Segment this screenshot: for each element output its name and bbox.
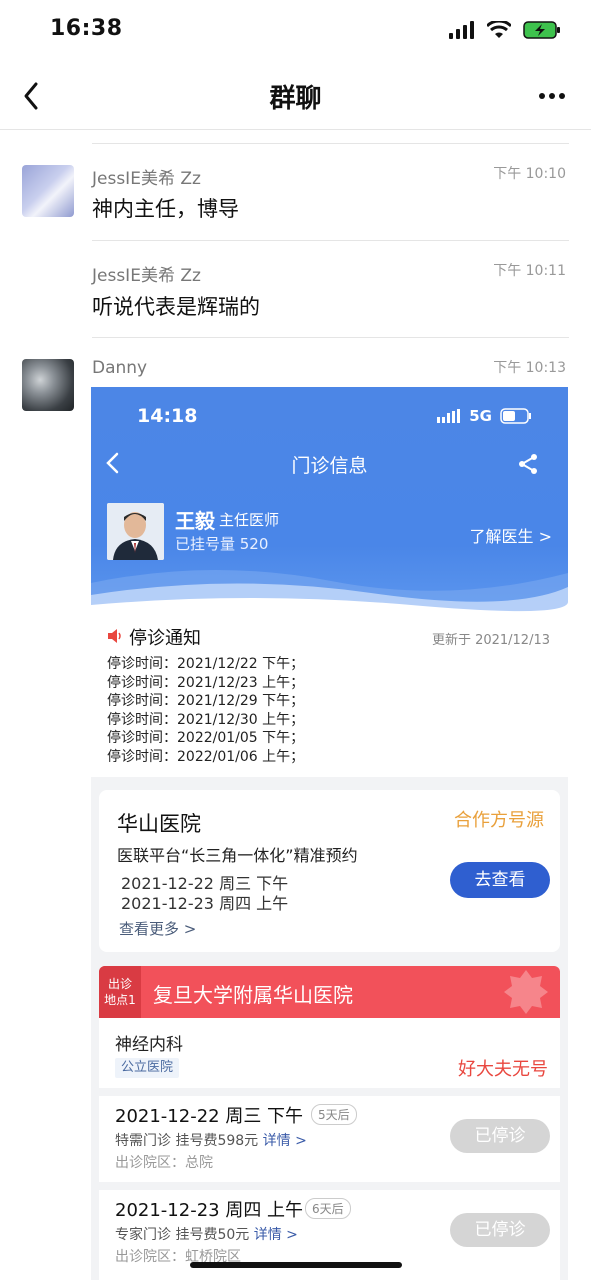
registration-count: 已挂号量 520 bbox=[175, 535, 269, 553]
battery-icon bbox=[523, 21, 560, 39]
hospital-logo-icon bbox=[504, 970, 548, 1014]
share-icon bbox=[519, 454, 537, 474]
divider bbox=[92, 337, 569, 338]
slot-date: 2021-12-22 周三 下午 bbox=[115, 1106, 304, 1127]
location-tag-line: 出诊 bbox=[107, 977, 132, 991]
department: 神经内科 bbox=[115, 1035, 183, 1055]
message-time: 下午 10:13 bbox=[493, 360, 566, 376]
suspended-button: 已停诊 bbox=[450, 1119, 550, 1153]
notice-title: 停诊通知 bbox=[129, 628, 201, 649]
hospital-bar: 出诊 地点1 复旦大学附属华山医院 bbox=[99, 966, 560, 1018]
divider bbox=[92, 240, 569, 241]
image-message[interactable]: 14:18 5G 门诊信息 王毅 主任医师 已挂号量 520 了解医生 > 停诊… bbox=[91, 387, 568, 1280]
chat-area[interactable]: JessIE美希 Zz 下午 10:10 神内主任，博导 JessIE美希 Zz… bbox=[0, 131, 591, 1280]
public-hospital-tag: 公立医院 bbox=[115, 1058, 180, 1078]
suspension-notice: 停诊通知 更新于 2021/12/13 停诊时间：2021/12/22 下午； … bbox=[91, 613, 568, 777]
shot-status-icons: 5G bbox=[437, 407, 532, 425]
signal-icon bbox=[449, 21, 474, 39]
partner-source-card: 华山医院 合作方号源 医联平台“长三角一体化”精准预约 2021-12-22 周… bbox=[99, 790, 560, 952]
shot-status-time: 14:18 bbox=[137, 405, 198, 427]
location-tag-line: 地点1 bbox=[104, 993, 136, 1007]
slot-fee: 特需门诊 挂号费598元 bbox=[115, 1133, 259, 1149]
sender-name: JessIE美希 Zz bbox=[92, 266, 201, 286]
slot-date: 2021-12-23 周四 上午 bbox=[115, 1200, 304, 1221]
message-time: 下午 10:10 bbox=[493, 166, 566, 182]
notice-line: 停诊时间：2021/12/23 上午； bbox=[107, 674, 305, 691]
avatar[interactable] bbox=[22, 359, 74, 411]
network-label: 5G bbox=[469, 407, 492, 425]
divider bbox=[92, 143, 569, 144]
hospital-name: 复旦大学附属华山医院 bbox=[153, 983, 353, 1007]
no-slots-label: 好大夫无号 bbox=[458, 1059, 548, 1080]
more-icon[interactable] bbox=[537, 84, 567, 108]
clinic-location-card: 出诊 地点1 复旦大学附属华山医院 神经内科 公立医院 好大夫无号 2021-1… bbox=[99, 966, 560, 1280]
days-badge: 5天后 bbox=[311, 1104, 357, 1125]
message-text[interactable]: 神内主任，博导 bbox=[92, 193, 239, 223]
see-more-link: 查看更多 > bbox=[119, 920, 197, 938]
slot-info: 专家门诊 挂号费50元 详情 > bbox=[115, 1224, 298, 1244]
notice-line: 停诊时间：2021/12/30 上午； bbox=[107, 711, 305, 728]
divider bbox=[99, 1182, 560, 1190]
message-text[interactable]: 听说代表是辉瑞的 bbox=[92, 291, 260, 321]
message-time: 下午 10:11 bbox=[493, 263, 566, 279]
appointment-date: 2021-12-23 周四 上午 bbox=[121, 894, 289, 913]
hospital-name: 华山医院 bbox=[117, 812, 201, 836]
status-time: 16:38 bbox=[50, 16, 123, 41]
home-indicator bbox=[190, 1262, 402, 1268]
doctor-title: 主任医师 bbox=[219, 511, 280, 529]
avatar[interactable] bbox=[22, 165, 74, 217]
nav-bar: 群聊 bbox=[0, 64, 591, 130]
days-badge: 6天后 bbox=[305, 1198, 351, 1219]
notice-updated: 更新于 2021/12/13 bbox=[431, 633, 550, 648]
notice-lines: 停诊时间：2021/12/22 下午； 停诊时间：2021/12/23 上午； … bbox=[107, 655, 304, 767]
wifi-icon bbox=[487, 21, 511, 38]
status-bar: 16:38 bbox=[0, 0, 591, 64]
source-label: 合作方号源 bbox=[454, 810, 544, 831]
slot-info: 特需门诊 挂号费598元 详情 > bbox=[115, 1130, 307, 1150]
doctor-name: 王毅 bbox=[175, 509, 215, 533]
detail-link: 详情 > bbox=[253, 1227, 298, 1243]
battery-icon bbox=[500, 408, 531, 424]
learn-more-link: 了解医生 > bbox=[469, 527, 553, 546]
page-title: 群聊 bbox=[269, 84, 322, 114]
doctor-header: 14:18 5G 门诊信息 王毅 主任医师 已挂号量 520 了解医生 > bbox=[91, 387, 568, 613]
suspended-button: 已停诊 bbox=[450, 1213, 550, 1247]
shot-title: 门诊信息 bbox=[291, 455, 368, 477]
platform-desc: 医联平台“长三角一体化”精准预约 bbox=[117, 846, 358, 865]
sender-name: JessIE美希 Zz bbox=[92, 169, 201, 189]
doctor-photo bbox=[107, 503, 164, 560]
notice-line: 停诊时间：2021/12/22 下午； bbox=[107, 656, 305, 672]
sender-name: Danny bbox=[92, 358, 148, 378]
detail-link: 详情 > bbox=[262, 1133, 307, 1149]
header-waves bbox=[91, 569, 568, 613]
location-tag: 出诊 地点1 bbox=[99, 966, 141, 1018]
slot-fee: 专家门诊 挂号费50元 bbox=[115, 1227, 250, 1243]
status-icons bbox=[449, 20, 561, 40]
notice-line: 停诊时间：2022/01/05 下午； bbox=[107, 730, 305, 747]
signal-icon bbox=[437, 409, 461, 423]
view-button: 去查看 bbox=[450, 862, 550, 898]
speaker-icon bbox=[108, 629, 121, 643]
slot-location: 出诊院区：总院 bbox=[115, 1155, 213, 1171]
divider bbox=[99, 1088, 560, 1096]
notice-line: 停诊时间：2021/12/29 下午； bbox=[107, 693, 305, 710]
notice-line: 停诊时间：2022/01/06 上午； bbox=[107, 748, 305, 765]
